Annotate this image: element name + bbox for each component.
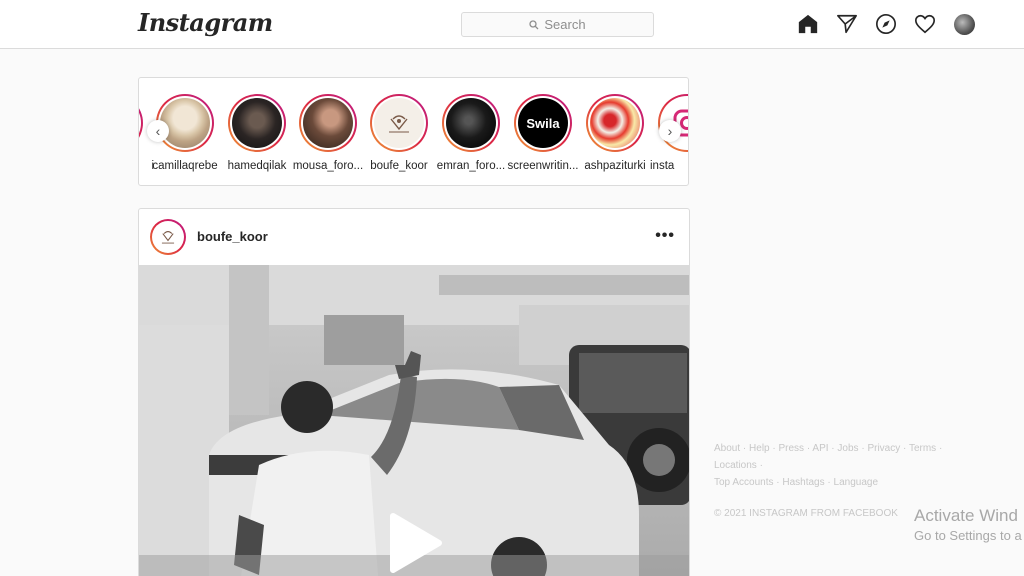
top-navigation-bar: Instagram Search <box>0 0 1024 49</box>
post-username[interactable]: boufe_koor <box>197 229 268 244</box>
play-icon[interactable] <box>387 512 445 574</box>
footer-link-privacy[interactable]: Privacy <box>867 443 900 454</box>
search-icon <box>529 19 539 29</box>
story-item[interactable]: hamedqilak <box>217 94 297 172</box>
story-username: hamedqilak <box>227 160 287 172</box>
story-username: ashpaziturki <box>584 160 646 172</box>
story-username: screenwritin... <box>507 160 579 172</box>
story-username: boufe_koor <box>370 160 428 172</box>
footer-links: About · Help · Press · API · Jobs · Priv… <box>714 443 943 488</box>
footer-link-api[interactable]: API <box>812 443 828 454</box>
chevron-left-icon: ‹ <box>155 123 161 139</box>
story-username: mousa_foro... <box>292 160 364 172</box>
footer-link-terms[interactable]: Terms <box>909 443 936 454</box>
story-item[interactable]: Swila screenwritin... <box>503 94 583 172</box>
footer-link-jobs[interactable]: Jobs <box>837 443 858 454</box>
footer-link-language[interactable]: Language <box>834 477 879 488</box>
search-placeholder: Search <box>544 17 586 32</box>
feed-post: boufe_koor ••• <box>138 208 690 576</box>
activity-heart-icon[interactable] <box>914 13 936 35</box>
story-username: camillaqrebe <box>152 160 218 172</box>
nav-icons <box>797 13 975 35</box>
home-icon[interactable] <box>797 13 819 35</box>
stories-next-arrow[interactable]: › <box>659 120 681 142</box>
direct-message-icon[interactable] <box>836 13 858 35</box>
search-input[interactable]: Search <box>461 12 654 37</box>
swila-logo-text: Swila <box>526 115 560 131</box>
boufe-koor-logo-icon <box>161 231 175 244</box>
footer-link-hashtags[interactable]: Hashtags <box>782 477 824 488</box>
stories-tray: i camillaqrebe hamedqilak mousa_foro... … <box>138 77 689 186</box>
instagram-logo[interactable]: Instagram <box>138 8 273 37</box>
footer-link-press[interactable]: Press <box>779 443 805 454</box>
stories-prev-arrow[interactable]: ‹ <box>147 120 169 142</box>
story-username: emran_foro... <box>436 160 506 172</box>
footer-link-top-accounts[interactable]: Top Accounts <box>714 477 773 488</box>
footer-link-locations[interactable]: Locations <box>714 460 757 471</box>
explore-compass-icon[interactable] <box>875 13 897 35</box>
post-header: boufe_koor ••• <box>139 209 689 265</box>
story-item[interactable]: mousa_foro... <box>288 94 368 172</box>
footer-link-help[interactable]: Help <box>749 443 770 454</box>
post-video[interactable] <box>139 265 689 576</box>
post-author-avatar[interactable] <box>150 219 186 255</box>
story-username: insta <box>650 160 675 172</box>
story-item[interactable]: ashpaziturki <box>575 94 655 172</box>
activation-title: Activate Wind <box>914 506 1018 525</box>
chevron-right-icon: › <box>667 123 673 139</box>
footer-link-about[interactable]: About <box>714 443 740 454</box>
boufe-koor-logo-icon <box>389 115 409 133</box>
more-options-icon[interactable]: ••• <box>655 227 675 245</box>
windows-activation-watermark: Activate Wind Go to Settings to a <box>914 506 1022 543</box>
profile-avatar[interactable] <box>953 13 975 35</box>
story-item[interactable]: emran_foro... <box>431 94 511 172</box>
activation-subtitle: Go to Settings to a <box>914 528 1022 543</box>
story-item[interactable]: boufe_koor <box>359 94 439 172</box>
